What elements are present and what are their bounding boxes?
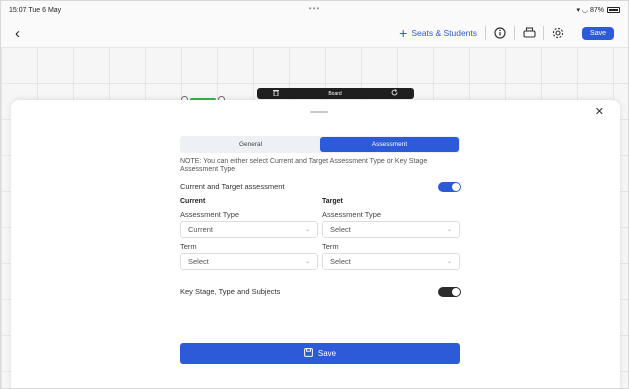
status-date: Tue 6 May (28, 6, 62, 14)
back-chevron-icon[interactable]: ‹ (15, 25, 29, 42)
current-heading: Current (180, 198, 206, 205)
chevron-down-icon: ⌄ (304, 259, 310, 265)
settings-modal: ✕ General Assessment NOTE: You can eithe… (11, 100, 620, 388)
plus-icon: + (399, 25, 408, 41)
chevron-down-icon: ⌄ (304, 227, 310, 233)
tab-assessment[interactable]: Assessment (320, 137, 459, 152)
status-bar: 15:07 Tue 6 May ••• ▾ ◡ 87% (1, 1, 628, 19)
board-label: Board (328, 90, 342, 97)
save-icon (303, 348, 313, 359)
key-stage-toggle[interactable] (438, 287, 461, 297)
current-term-label: Term (180, 242, 197, 251)
top-toolbar: ‹ + Seats & Students Save (1, 19, 628, 47)
target-assessment-type-value: Select (330, 225, 351, 234)
close-icon[interactable]: ✕ (595, 105, 604, 118)
key-stage-label: Key Stage, Type and Subjects (180, 287, 281, 296)
current-term-select[interactable]: Select ⌄ (180, 253, 318, 270)
current-assessment-type-label: Assessment Type (180, 210, 240, 219)
current-term-value: Select (188, 257, 209, 266)
multitasking-dots[interactable]: ••• (309, 4, 320, 13)
toolbar-save-button[interactable]: Save (582, 26, 614, 40)
status-signal: ▾ ◡ 87% (576, 7, 604, 14)
target-heading: Target (322, 198, 343, 205)
printer-icon[interactable] (515, 27, 543, 39)
target-assessment-type-select[interactable]: Select ⌄ (322, 221, 460, 238)
current-assessment-type-value: Current (188, 225, 214, 234)
status-time: 15:07 (9, 6, 27, 14)
current-assessment-type-select[interactable]: Current ⌄ (180, 221, 318, 238)
info-icon[interactable] (486, 27, 514, 39)
ipad-screen: 15:07 Tue 6 May ••• ▾ ◡ 87% ‹ + Seats & … (0, 0, 629, 389)
target-term-value: Select (330, 257, 351, 266)
seats-students-button[interactable]: + Seats & Students (391, 25, 485, 41)
chevron-down-icon: ⌄ (446, 259, 452, 265)
current-target-label: Current and Target assessment (180, 182, 285, 191)
target-term-label: Term (322, 242, 339, 251)
save-button-label: Save (317, 349, 337, 358)
seats-students-label: Seats & Students (411, 28, 478, 38)
trash-icon[interactable] (273, 89, 279, 98)
battery-icon (607, 7, 620, 13)
target-assessment-type-label: Assessment Type (322, 210, 382, 219)
gear-icon[interactable] (544, 27, 572, 39)
board-bar[interactable]: Board (257, 88, 414, 99)
refresh-icon[interactable] (391, 89, 398, 98)
assessment-note: NOTE: You can either select Current and … (180, 158, 428, 173)
sheet-grabber[interactable] (310, 111, 328, 113)
tab-general[interactable]: General (181, 137, 320, 152)
target-term-select[interactable]: Select ⌄ (322, 253, 460, 270)
chevron-down-icon: ⌄ (446, 227, 452, 233)
current-target-toggle[interactable] (438, 182, 461, 192)
tab-switcher: General Assessment (180, 136, 460, 153)
save-button[interactable]: Save (180, 343, 460, 364)
